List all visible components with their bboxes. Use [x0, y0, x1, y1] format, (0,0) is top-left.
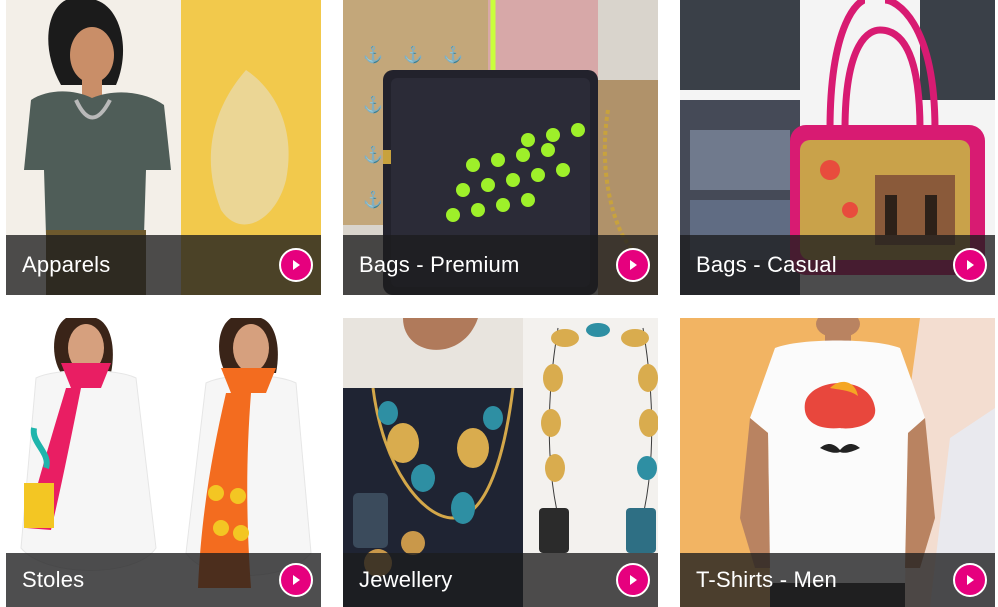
bags-casual-caption: Bags - Casual — [680, 235, 995, 295]
category-label: Apparels — [22, 252, 111, 277]
play-arrow-icon[interactable] — [953, 563, 987, 597]
category-tile-apparels[interactable]: Apparels — [6, 0, 321, 295]
category-label: Stoles — [22, 567, 85, 592]
play-arrow-icon[interactable] — [616, 563, 650, 597]
jewellery-caption: Jewellery — [343, 553, 658, 607]
category-tile-bags-casual[interactable]: Bags - Casual — [680, 0, 995, 295]
bags-premium-caption: Bags - Premium — [343, 235, 658, 295]
category-label: Jewellery — [359, 567, 453, 592]
svg-text:⚓: ⚓ — [403, 45, 423, 64]
play-arrow-icon[interactable] — [616, 248, 650, 282]
category-tile-jewellery[interactable]: Jewellery — [343, 318, 658, 607]
category-tile-bags-premium[interactable]: ⚓⚓⚓ ⚓⚓⚓ ⚓⚓ ⚓ Bags - Premium — [343, 0, 658, 295]
play-arrow-icon[interactable] — [279, 563, 313, 597]
tshirts-men-caption: T-Shirts - Men — [680, 553, 995, 607]
svg-text:⚓: ⚓ — [443, 45, 463, 64]
category-grid: Apparels ⚓⚓⚓ ⚓⚓⚓ ⚓⚓ ⚓ — [0, 0, 998, 607]
svg-text:⚓: ⚓ — [363, 45, 383, 64]
category-label: Bags - Casual — [696, 252, 837, 277]
svg-text:⚓: ⚓ — [363, 145, 383, 164]
stoles-caption: Stoles — [6, 553, 321, 607]
category-tile-stoles[interactable]: Stoles — [6, 318, 321, 607]
apparels-caption: Apparels — [6, 235, 321, 295]
svg-text:⚓: ⚓ — [363, 95, 383, 114]
category-label: T-Shirts - Men — [696, 567, 837, 592]
play-arrow-icon[interactable] — [279, 248, 313, 282]
play-arrow-icon[interactable] — [953, 248, 987, 282]
svg-text:⚓: ⚓ — [363, 190, 383, 209]
category-label: Bags - Premium — [359, 252, 520, 277]
category-tile-tshirts-men[interactable]: T-Shirts - Men — [680, 318, 995, 607]
